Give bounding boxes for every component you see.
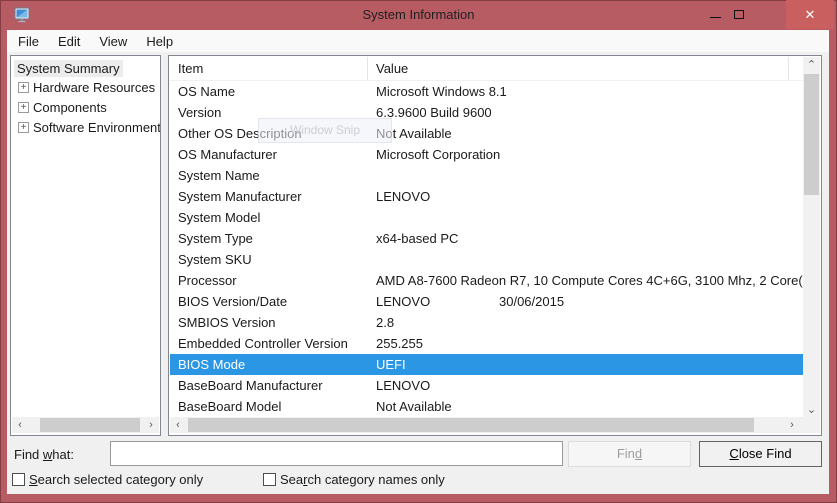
item-cell: System Model <box>178 207 376 228</box>
minimize-button[interactable] <box>703 0 727 29</box>
item-cell: System Name <box>178 165 376 186</box>
value-cell: LENOVO <box>376 189 430 204</box>
table-horizontal-scrollbar[interactable]: ‹ › <box>170 417 820 433</box>
tree-item-label: Components <box>33 100 107 115</box>
expand-icon[interactable]: + <box>18 122 29 133</box>
table-row[interactable]: BaseBoard ManufacturerLENOVO <box>170 375 803 396</box>
table-row[interactable]: System Typex64-based PC <box>170 228 803 249</box>
item-cell: BaseBoard Manufacturer <box>178 375 376 396</box>
client-area: FileEditViewHelp System Summary + Hardwar… <box>7 30 829 494</box>
table-row[interactable]: SMBIOS Version2.8 <box>170 312 803 333</box>
value-cell: x64-based PC <box>376 231 458 246</box>
scroll-down-icon[interactable]: ⌄ <box>803 402 820 418</box>
checkbox-icon[interactable] <box>263 473 276 486</box>
value-cell: LENOVO <box>376 294 430 309</box>
item-cell: System SKU <box>178 249 376 270</box>
close-button[interactable]: ✕ <box>786 0 834 29</box>
find-button[interactable]: Find <box>568 441 691 467</box>
table-row[interactable]: BIOS ModeUEFI <box>170 354 803 375</box>
scroll-right-icon[interactable]: › <box>143 417 159 433</box>
checkbox-label: Search selected category only <box>29 472 203 487</box>
value-cell: Microsoft Windows 8.1 <box>376 84 507 99</box>
search-selected-category-checkbox[interactable]: Search selected category only <box>12 472 203 487</box>
table-row[interactable]: ProcessorAMD A8-7600 Radeon R7, 10 Compu… <box>170 270 803 291</box>
minimize-icon <box>710 17 721 18</box>
menu-bar: FileEditViewHelp <box>7 30 829 52</box>
maximize-icon <box>734 10 744 19</box>
vertical-scroll-thumb[interactable] <box>804 74 819 195</box>
table-row[interactable]: System Name <box>170 165 803 186</box>
item-cell: System Manufacturer <box>178 186 376 207</box>
tree-item-hardware-resources[interactable]: + Hardware Resources <box>11 77 160 97</box>
value-cell-secondary: 30/06/2015 <box>499 291 564 312</box>
find-what-label: Find what: <box>14 447 74 462</box>
table-row[interactable]: OS NameMicrosoft Windows 8.1 <box>170 81 803 102</box>
menu-item-edit[interactable]: Edit <box>49 32 89 51</box>
value-cell: 2.8 <box>376 315 394 330</box>
expand-icon[interactable]: + <box>18 102 29 113</box>
item-cell: OS Name <box>178 81 376 102</box>
table-row[interactable]: Embedded Controller Version255.255 <box>170 333 803 354</box>
item-cell: OS Manufacturer <box>178 144 376 165</box>
item-cell: Processor <box>178 270 376 291</box>
find-bar: Find what: Find Close Find Search select… <box>7 436 829 494</box>
value-cell: Microsoft Corporation <box>376 147 500 162</box>
close-find-button[interactable]: Close Find <box>699 441 822 467</box>
table-scroll-thumb[interactable] <box>188 418 754 432</box>
menu-item-file[interactable]: File <box>9 32 48 51</box>
value-cell: AMD A8-7600 Radeon R7, 10 Compute Cores … <box>376 273 803 288</box>
scroll-up-icon[interactable]: ⌃ <box>803 57 820 73</box>
scroll-left-icon[interactable]: ‹ <box>170 417 186 433</box>
tree-selected-label: System Summary <box>14 60 123 77</box>
tree-item-software-environment[interactable]: + Software Environment <box>11 117 160 137</box>
menu-item-help[interactable]: Help <box>137 32 182 51</box>
value-cell: 255.255 <box>376 336 423 351</box>
checkbox-label: Search category names only <box>280 472 445 487</box>
tree-item-label: Software Environment <box>33 120 161 135</box>
item-cell: BIOS Mode <box>178 354 376 375</box>
search-category-names-checkbox[interactable]: Search category names only <box>263 472 445 487</box>
item-cell: Embedded Controller Version <box>178 333 376 354</box>
value-cell: Not Available <box>376 399 452 414</box>
tree-horizontal-scrollbar[interactable]: ‹ › <box>12 417 159 433</box>
table-header[interactable]: Item Value <box>170 57 803 81</box>
maximize-button[interactable] <box>727 0 751 29</box>
item-cell: BaseBoard Model <box>178 396 376 417</box>
scroll-right-icon[interactable]: › <box>784 417 800 433</box>
value-cell: LENOVO <box>376 378 430 393</box>
table-row[interactable]: BaseBoard ModelNot Available <box>170 396 803 417</box>
table-row[interactable]: OS ManufacturerMicrosoft Corporation <box>170 144 803 165</box>
table-scroll-track[interactable] <box>186 417 784 433</box>
tree-scroll-track[interactable] <box>28 417 143 433</box>
tree-item-system-summary[interactable]: System Summary <box>14 60 160 77</box>
table-row[interactable]: System ManufacturerLENOVO <box>170 186 803 207</box>
tree-scroll-thumb[interactable] <box>40 418 140 432</box>
tree-item-components[interactable]: + Components <box>11 97 160 117</box>
menu-item-view[interactable]: View <box>90 32 136 51</box>
scroll-left-icon[interactable]: ‹ <box>12 417 28 433</box>
table-row[interactable]: BIOS Version/DateLENOVO 30/06/2015 <box>170 291 803 312</box>
tree-item-label: Hardware Resources <box>33 80 155 95</box>
column-header-item[interactable]: Item <box>170 57 368 80</box>
table-vertical-scrollbar[interactable]: ⌃ ⌄ <box>803 57 820 418</box>
value-cell: UEFI <box>376 357 406 372</box>
item-cell: BIOS Version/Date <box>178 291 376 312</box>
info-table-panel: Item Value OS NameMicrosoft Windows 8.1V… <box>168 55 822 436</box>
value-cell: 6.3.9600 Build 9600 <box>376 105 492 120</box>
table-row[interactable]: System Model <box>170 207 803 228</box>
system-information-window: System Information ✕ FileEditViewHelp Sy… <box>0 0 837 503</box>
item-cell: SMBIOS Version <box>178 312 376 333</box>
close-icon: ✕ <box>805 8 816 21</box>
window-snip-tooltip: Window Snip <box>258 118 392 143</box>
column-header-value[interactable]: Value <box>368 57 789 80</box>
table-row[interactable]: System SKU <box>170 249 803 270</box>
checkbox-icon[interactable] <box>12 473 25 486</box>
item-cell: System Type <box>178 228 376 249</box>
find-what-input[interactable] <box>110 441 563 466</box>
expand-icon[interactable]: + <box>18 82 29 93</box>
title-bar[interactable]: System Information ✕ <box>0 0 837 30</box>
scrollbar-corner <box>800 417 820 433</box>
category-tree-panel: System Summary + Hardware Resources + Compo… <box>10 55 161 436</box>
